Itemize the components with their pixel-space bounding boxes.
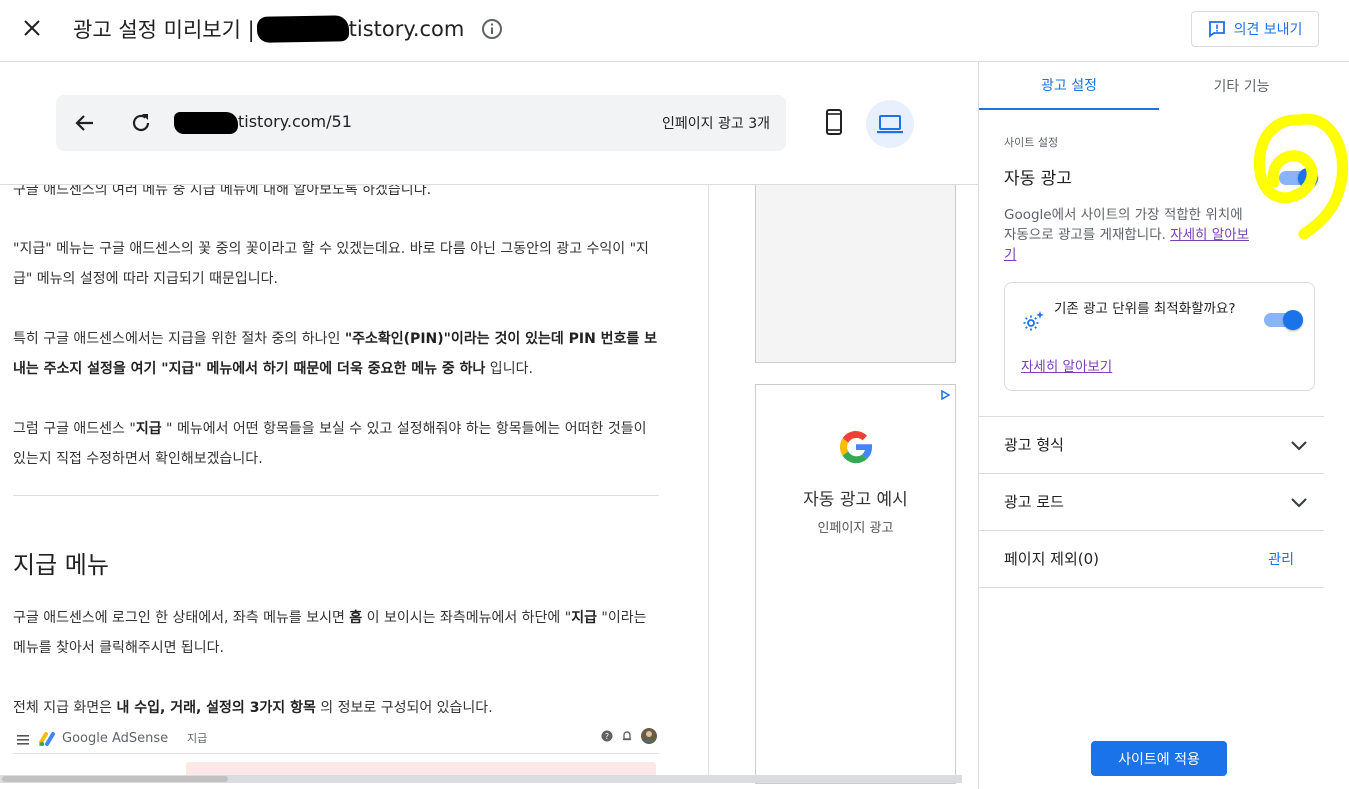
site-settings-label: 사이트 설정 (1004, 136, 1059, 149)
avatar-icon (641, 728, 657, 744)
adsense-brand: Google AdSense (62, 731, 169, 746)
help-icon: ? (601, 730, 613, 742)
optimize-question: 기존 광고 단위를 최적화할까요? (1054, 301, 1236, 317)
section-heading: 지급 메뉴 (13, 551, 109, 579)
optimize-learn-more-link[interactable]: 자세히 알아보기 (1021, 355, 1112, 375)
mobile-view-button[interactable] (812, 100, 856, 144)
feedback-label: 의견 보내기 (1233, 22, 1303, 38)
sidebar-divider (708, 185, 709, 775)
adsense-page-label: 지급 (187, 732, 208, 745)
auto-ads-description: Google에서 사이트의 가장 적합한 위치에 자동으로 광고를 게재합니다.… (1004, 207, 1250, 263)
page-exclusion-row: 페이지 제외(0) 관리 (979, 530, 1324, 587)
close-button[interactable] (18, 14, 46, 42)
optimize-existing-units-card: 기존 광고 단위를 최적화할까요? 자세히 알아보기 (1004, 282, 1315, 391)
redacted-url (174, 112, 238, 134)
svg-text:?: ? (605, 732, 609, 741)
desktop-view-button[interactable] (866, 100, 914, 148)
close-icon (24, 20, 40, 36)
page-exclusion-label: 페이지 제외(0) (1004, 550, 1100, 568)
ad-format-label: 광고 형식 (1004, 436, 1064, 454)
feedback-button[interactable]: 의견 보내기 (1191, 11, 1319, 47)
auto-ads-title: 자동 광고 (1004, 169, 1072, 189)
preview-url: tistory.com/51 (238, 112, 352, 131)
redacted-domain (256, 15, 349, 43)
bell-icon (623, 731, 631, 741)
clipped-paragraph: 구글 애드센스의 여러 메뉴 중 지급 메뉴에 대해 알아보도록 하겠습니다. (13, 185, 432, 198)
paragraph-2: 특히 구글 애드센스에서는 지급을 위한 절차 중의 하나인 "주소확인(PIN… (13, 331, 658, 377)
adsense-header-icons: ? (601, 728, 657, 744)
top-header: 광고 설정 미리보기 | tistory.com 의견 보내기 (0, 0, 1349, 62)
chevron-down-icon (1291, 441, 1307, 451)
title-prefix: 광고 설정 미리보기 | (73, 18, 255, 42)
tab-ad-settings[interactable]: 광고 설정 (979, 62, 1159, 110)
smartphone-icon (826, 109, 842, 135)
apply-to-site-button[interactable]: 사이트에 적용 (1091, 741, 1227, 776)
title-suffix: tistory.com (348, 17, 465, 41)
paragraph-4: 구글 애드센스에 로그인 한 상태에서, 좌측 메뉴를 보시면 홈 이 보이시는… (13, 610, 647, 656)
feedback-icon (1208, 21, 1225, 38)
back-arrow-icon[interactable] (72, 110, 98, 136)
paragraph-5: 전체 지급 화면은 내 수입, 거래, 설정의 3가지 항목 의 정보로 구성되… (13, 700, 493, 716)
manage-link[interactable]: 관리 (1268, 549, 1294, 569)
tab-other-features[interactable]: 기타 기능 (1159, 62, 1324, 110)
ad-example-subtitle: 인페이지 광고 (817, 521, 894, 536)
inpage-ad-count: 인페이지 광고 3개 (662, 116, 770, 132)
menu-icon (17, 735, 29, 745)
horizontal-scrollbar[interactable] (0, 775, 962, 783)
adsense-logo-icon (39, 732, 55, 746)
reload-icon[interactable] (128, 110, 154, 136)
auto-ad-example: 자동 광고 예시 인페이지 광고 (755, 384, 956, 784)
article-body-2: 구글 애드센스에 로그인 한 상태에서, 좌측 메뉴를 보시면 홈 이 보이시는… (13, 603, 663, 723)
scrollbar-thumb[interactable] (2, 776, 228, 782)
settings-panel: 광고 설정 기타 기능 사이트 설정 자동 광고 Google에서 사이트의 가… (978, 62, 1324, 789)
page-title: 광고 설정 미리보기 | tistory.com (73, 14, 464, 44)
ad-format-row[interactable]: 광고 형식 (979, 416, 1324, 473)
adchoices-icon[interactable] (940, 390, 950, 400)
settings-sparkle-icon (1023, 311, 1044, 331)
laptop-icon (877, 115, 903, 134)
info-icon[interactable] (481, 18, 503, 40)
ad-example-title: 자동 광고 예시 (803, 490, 908, 510)
chevron-down-icon (1291, 498, 1307, 508)
paragraph-3: 그럼 구글 애드센스 "지급 " 메뉴에서 어떤 항목들을 보실 수 있고 설정… (13, 421, 647, 467)
auto-ads-toggle[interactable] (1279, 168, 1318, 188)
ad-slot-placeholder (755, 185, 956, 363)
site-preview: tistory.com/51 인페이지 광고 3개 구글 애드센스의 여러 메뉴… (0, 62, 978, 789)
paragraph-1: "지급" 메뉴는 구글 애드센스의 꽃 중의 꽃이라고 할 수 있겠는데요. 바… (13, 241, 649, 287)
preview-content: 구글 애드센스의 여러 메뉴 중 지급 메뉴에 대해 알아보도록 하겠습니다. … (0, 185, 978, 789)
optimize-toggle[interactable] (1264, 310, 1303, 330)
article-body: "지급" 메뉴는 구글 애드센스의 꽃 중의 꽃이라고 할 수 있겠는데요. 바… (13, 234, 663, 474)
preview-url-bar: tistory.com/51 인페이지 광고 3개 (56, 95, 786, 151)
ad-load-row[interactable]: 광고 로드 (979, 473, 1324, 530)
section-divider (13, 495, 659, 496)
google-logo-icon (839, 430, 873, 464)
ad-load-label: 광고 로드 (1004, 493, 1064, 511)
